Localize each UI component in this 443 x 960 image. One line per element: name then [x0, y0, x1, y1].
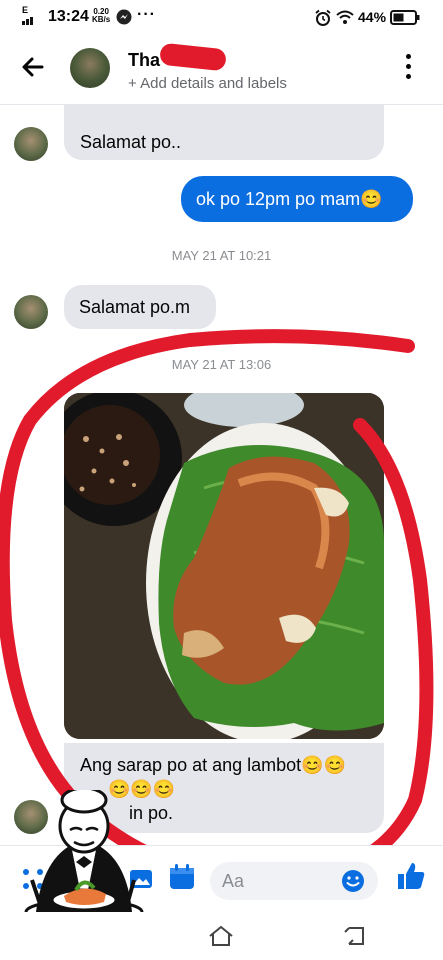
more-notifications-icon: ··· [137, 6, 156, 23]
sender-avatar[interactable] [14, 295, 48, 329]
home-icon[interactable] [207, 924, 235, 948]
emoji-icon[interactable] [341, 869, 365, 893]
photo-attachment[interactable] [64, 393, 384, 739]
signal-icon [22, 17, 33, 25]
network-indicator: E [22, 6, 36, 27]
add-details-link[interactable]: + Add details and labels [128, 75, 287, 92]
message-input[interactable]: Aa [210, 862, 378, 900]
alarm-icon [315, 9, 331, 26]
message-input-placeholder: Aa [222, 871, 245, 891]
message-bubble-incoming[interactable]: Salamat po.m [64, 285, 216, 329]
chef-sticker-image [24, 790, 144, 926]
redaction-mark [159, 42, 227, 72]
message-text: ok po 12pm po mam😊 [196, 189, 383, 209]
contact-avatar[interactable] [70, 48, 110, 88]
timestamp: MAY 21 AT 13:06 [171, 357, 272, 372]
food-photo-image [64, 393, 384, 739]
status-time: 13:24 [48, 8, 89, 25]
message-text: Salamat po.. [80, 132, 182, 152]
message-bubble-incoming[interactable]: Salamat po.. [64, 104, 384, 160]
message-bubble-outgoing[interactable]: ok po 12pm po mam😊 [181, 176, 413, 222]
wifi-icon [336, 10, 354, 24]
back-arrow-icon[interactable] [18, 52, 48, 82]
message-text-line: Ang sarap po at ang lambot😊😊 [80, 755, 346, 775]
network-speed: 0.20 KB/s [92, 7, 111, 24]
system-navigation-bar [0, 912, 443, 960]
messenger-notification-icon [116, 9, 132, 25]
calendar-icon[interactable] [168, 863, 196, 891]
contact-name[interactable]: Tha [128, 50, 160, 71]
status-bar: E 13:24 0.20 KB/s ··· 44% [0, 0, 443, 34]
like-thumb-icon[interactable] [395, 860, 427, 892]
conversation-header: Tha + Add details and labels [0, 34, 443, 105]
message-text: Salamat po.m [79, 297, 191, 317]
more-options-icon[interactable] [400, 54, 416, 84]
battery-icon [390, 10, 420, 25]
back-nav-icon[interactable] [343, 924, 369, 948]
timestamp: MAY 21 AT 10:21 [171, 248, 272, 263]
sender-avatar[interactable] [14, 127, 48, 161]
battery-percent: 44% [358, 9, 387, 25]
